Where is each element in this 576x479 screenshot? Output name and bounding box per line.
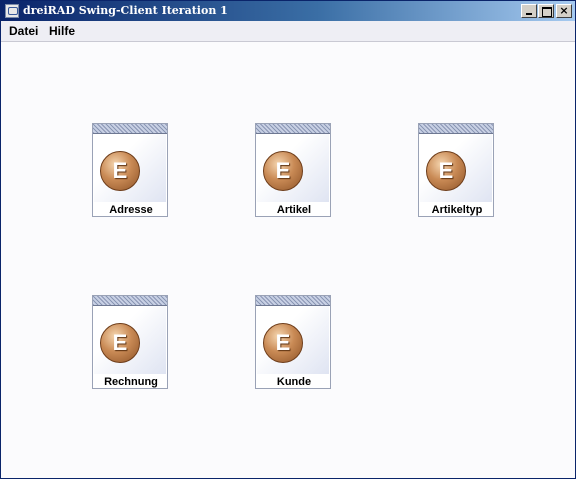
entity-frame-rechnung[interactable]: E Rechnung [92,295,168,389]
entity-frame-artikeltyp[interactable]: E Artikeltyp [418,123,494,217]
entity-icon-letter: E [112,330,128,355]
entity-frame-adresse[interactable]: E Adresse [92,123,168,217]
entity-label: Artikel [276,204,312,216]
entity-icon-letter: E [112,158,128,183]
entity-title-bar[interactable] [256,296,330,306]
entity-label: Kunde [276,376,312,388]
menu-datei[interactable]: Datei [9,24,38,38]
entity-e-icon[interactable]: E [263,151,303,191]
entity-icon-letter: E [275,330,291,355]
entity-label: Adresse [109,204,153,216]
entity-panel: E [420,134,492,202]
maximize-button[interactable] [538,4,554,18]
entity-label: Artikeltyp [431,204,483,216]
entity-title-bar[interactable] [93,124,167,134]
entity-card: E Adresse [92,123,168,217]
maximize-icon [542,7,552,17]
entity-e-icon[interactable]: E [100,151,140,191]
close-icon: × [559,4,569,17]
application-window: dreiRAD Swing-Client Iteration 1 × Datei… [0,0,576,479]
entity-panel: E [94,134,166,202]
entity-label: Rechnung [104,376,158,388]
entity-e-icon[interactable]: E [100,323,140,363]
entity-card: E Artikeltyp [418,123,494,217]
entity-e-icon[interactable]: E [426,151,466,191]
menu-bar: Datei Hilfe [1,21,575,42]
menu-hilfe[interactable]: Hilfe [49,24,75,38]
entity-frame-kunde[interactable]: E Kunde [255,295,331,389]
entity-icon-letter: E [275,158,291,183]
entity-card: E Rechnung [92,295,168,389]
desktop-pane: E Adresse E Artikel E Artikeltyp E Rechn… [1,42,575,478]
entity-title-bar[interactable] [256,124,330,134]
title-bar[interactable]: dreiRAD Swing-Client Iteration 1 × [1,1,575,21]
entity-panel: E [94,306,166,374]
app-icon[interactable] [5,4,19,18]
minimize-icon [526,13,532,15]
entity-icon-letter: E [438,158,454,183]
entity-panel: E [257,134,329,202]
minimize-button[interactable] [521,4,537,18]
entity-title-bar[interactable] [93,296,167,306]
entity-frame-artikel[interactable]: E Artikel [255,123,331,217]
entity-title-bar[interactable] [419,124,493,134]
entity-card: E Kunde [255,295,331,389]
entity-e-icon[interactable]: E [263,323,303,363]
entity-card: E Artikel [255,123,331,217]
close-button[interactable]: × [556,4,572,18]
entity-panel: E [257,306,329,374]
window-title: dreiRAD Swing-Client Iteration 1 [23,4,228,17]
